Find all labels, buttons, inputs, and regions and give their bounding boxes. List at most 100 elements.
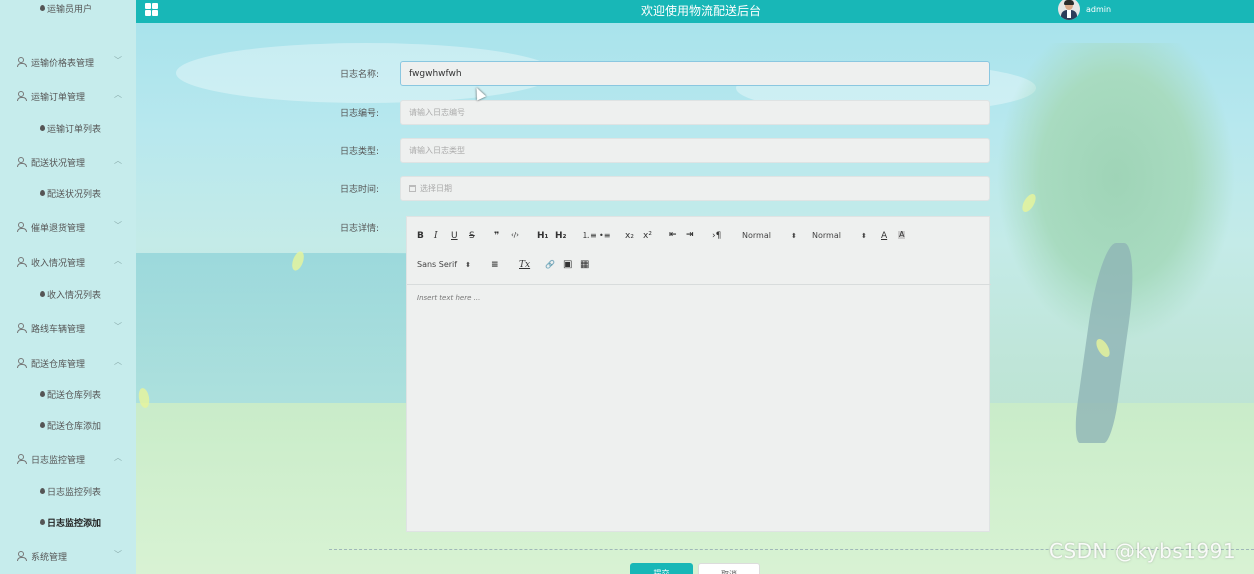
log-code-input[interactable]: 请输入日志编号 xyxy=(400,100,990,125)
editor-body-placeholder[interactable]: Insert text here ... xyxy=(417,294,480,302)
header-1-button[interactable]: H₁ xyxy=(537,232,548,241)
location-pin-icon xyxy=(40,125,45,131)
sidebar-item-label: 系统管理 xyxy=(31,552,68,563)
align-button[interactable]: ≡ xyxy=(491,261,499,270)
sidebar-item-label: 日志监控管理 xyxy=(31,455,86,466)
user-group-icon xyxy=(17,157,27,167)
location-pin-icon xyxy=(40,519,45,525)
ordered-list-button[interactable]: ⒈≡ xyxy=(582,232,597,240)
location-pin-icon xyxy=(40,291,45,297)
indent-button[interactable]: ⇥ xyxy=(686,231,694,240)
bold-button[interactable]: B xyxy=(417,232,424,241)
superscript-button[interactable]: x² xyxy=(643,232,652,241)
chevron-down-icon: ﹀ xyxy=(114,56,122,65)
font-color-button[interactable]: A xyxy=(881,232,887,241)
bullet-list-button[interactable]: •≡ xyxy=(599,232,610,240)
sidebar-item-transport-order-list[interactable]: 运输订单列表 xyxy=(0,116,136,140)
sidebar-item-income[interactable]: 收入情况管理 ︿ xyxy=(0,250,136,274)
sidebar-item-transport-price[interactable]: 运输价格表管理 ﹀ xyxy=(0,50,136,74)
sidebar-item-income-list[interactable]: 收入情况列表 xyxy=(0,282,136,306)
subscript-button[interactable]: x₂ xyxy=(625,232,634,241)
user-group-icon xyxy=(17,454,27,464)
user-group-icon xyxy=(17,257,27,267)
log-detail-label: 日志详情: xyxy=(340,224,380,234)
chevron-up-icon: ︿ xyxy=(114,156,122,165)
calendar-icon xyxy=(409,185,416,192)
log-time-date-picker[interactable]: 选择日期 xyxy=(400,176,990,201)
clear-format-button[interactable]: Tx xyxy=(519,261,530,270)
chevron-up-icon: ︿ xyxy=(114,90,122,99)
sidebar-item-label: 配送状况列表 xyxy=(47,189,102,200)
sidebar-item-label: 日志监控添加 xyxy=(47,518,102,529)
date-placeholder: 选择日期 xyxy=(420,184,452,193)
link-button[interactable]: 🔗 xyxy=(545,261,555,269)
cancel-button[interactable]: 取消 xyxy=(698,563,760,574)
log-type-input[interactable]: 请输入日志类型 xyxy=(400,138,990,163)
sidebar-item-transporter-users[interactable]: 运输员用户 xyxy=(0,0,136,20)
code-block-button[interactable]: ‹/› xyxy=(511,232,519,239)
select-arrow-icon: ⬍ xyxy=(465,261,471,269)
sidebar-item-warehouse[interactable]: 配送仓库管理 ︿ xyxy=(0,351,136,375)
top-header: 欢迎使用物流配送后台 admin xyxy=(136,0,1254,23)
username[interactable]: admin xyxy=(1086,5,1111,14)
chevron-up-icon: ︿ xyxy=(114,357,122,366)
rich-text-editor: B I U S ❞ ‹/› H₁ H₂ ⒈≡ •≡ x₂ x² ⇤ ⇥ ›¶ N… xyxy=(406,216,991,532)
image-button[interactable]: ▣ xyxy=(563,260,572,270)
sidebar-item-delivery-status-list[interactable]: 配送状况列表 xyxy=(0,181,136,205)
log-time-label: 日志时间: xyxy=(340,185,380,195)
font-select-value: Sans Serif xyxy=(417,260,458,269)
user-group-icon xyxy=(17,57,27,67)
strike-button[interactable]: S xyxy=(469,232,475,241)
sidebar-item-system[interactable]: 系统管理 ﹀ xyxy=(0,544,136,568)
location-pin-icon xyxy=(40,5,45,11)
sidebar-item-label: 配送仓库管理 xyxy=(31,359,86,370)
sidebar-item-warehouse-add[interactable]: 配送仓库添加 xyxy=(0,413,136,437)
log-name-input[interactable]: fwgwhwfwh xyxy=(400,61,990,86)
main-content: 日志名称: fwgwhwfwh 日志编号: 请输入日志编号 日志类型: 请输入日… xyxy=(136,23,1254,574)
sidebar-item-urge-return[interactable]: 催单退货管理 ﹀ xyxy=(0,215,136,239)
avatar[interactable] xyxy=(1058,0,1080,20)
chevron-up-icon: ︿ xyxy=(114,256,122,265)
video-button[interactable]: ▦ xyxy=(580,260,589,270)
size-select-value: Normal xyxy=(742,231,771,240)
user-group-icon xyxy=(17,323,27,333)
sidebar-item-label: 路线车辆管理 xyxy=(31,324,86,335)
user-group-icon xyxy=(17,358,27,368)
sidebar-item-label: 配送仓库添加 xyxy=(47,421,102,432)
location-pin-icon xyxy=(40,391,45,397)
sidebar-item-label: 配送仓库列表 xyxy=(47,390,102,401)
underline-button[interactable]: U xyxy=(451,232,458,241)
header-select-value: Normal xyxy=(812,231,841,240)
log-code-label: 日志编号: xyxy=(340,109,380,119)
location-pin-icon xyxy=(40,488,45,494)
header-2-button[interactable]: H₂ xyxy=(555,232,566,241)
sidebar-item-delivery-status[interactable]: 配送状况管理 ︿ xyxy=(0,150,136,174)
size-select[interactable]: Normal ⬍ xyxy=(742,232,797,240)
header-select[interactable]: Normal ⬍ xyxy=(812,232,867,240)
user-group-icon xyxy=(17,551,27,561)
sidebar-item-route-vehicle[interactable]: 路线车辆管理 ﹀ xyxy=(0,316,136,340)
sidebar-item-label: 运输订单管理 xyxy=(31,92,86,103)
select-arrow-icon: ⬍ xyxy=(860,232,867,240)
sidebar-item-warehouse-list[interactable]: 配送仓库列表 xyxy=(0,382,136,406)
background-color-button[interactable]: A xyxy=(898,231,906,239)
sidebar-item-label: 运输员用户 xyxy=(47,4,93,15)
sidebar-item-log-monitor-list[interactable]: 日志监控列表 xyxy=(0,479,136,503)
chevron-down-icon: ﹀ xyxy=(114,550,122,559)
text-direction-button[interactable]: ›¶ xyxy=(712,232,721,241)
sidebar-item-log-monitor[interactable]: 日志监控管理 ︿ xyxy=(0,447,136,471)
chevron-down-icon: ﹀ xyxy=(114,322,122,331)
chevron-down-icon: ﹀ xyxy=(114,221,122,230)
submit-button[interactable]: 提交 xyxy=(630,563,693,574)
sidebar-item-log-monitor-add[interactable]: 日志监控添加 xyxy=(0,510,136,534)
user-group-icon xyxy=(17,222,27,232)
sidebar-item-label: 催单退货管理 xyxy=(31,223,86,234)
outdent-button[interactable]: ⇤ xyxy=(669,231,677,240)
blockquote-button[interactable]: ❞ xyxy=(494,232,499,241)
sidebar-item-label: 收入情况管理 xyxy=(31,258,86,269)
italic-button[interactable]: I xyxy=(434,232,438,241)
location-pin-icon xyxy=(40,422,45,428)
sidebar-item-transport-orders[interactable]: 运输订单管理 ︿ xyxy=(0,84,136,108)
font-select[interactable]: Sans Serif ⬍ xyxy=(417,261,471,269)
select-arrow-icon: ⬍ xyxy=(790,232,797,240)
